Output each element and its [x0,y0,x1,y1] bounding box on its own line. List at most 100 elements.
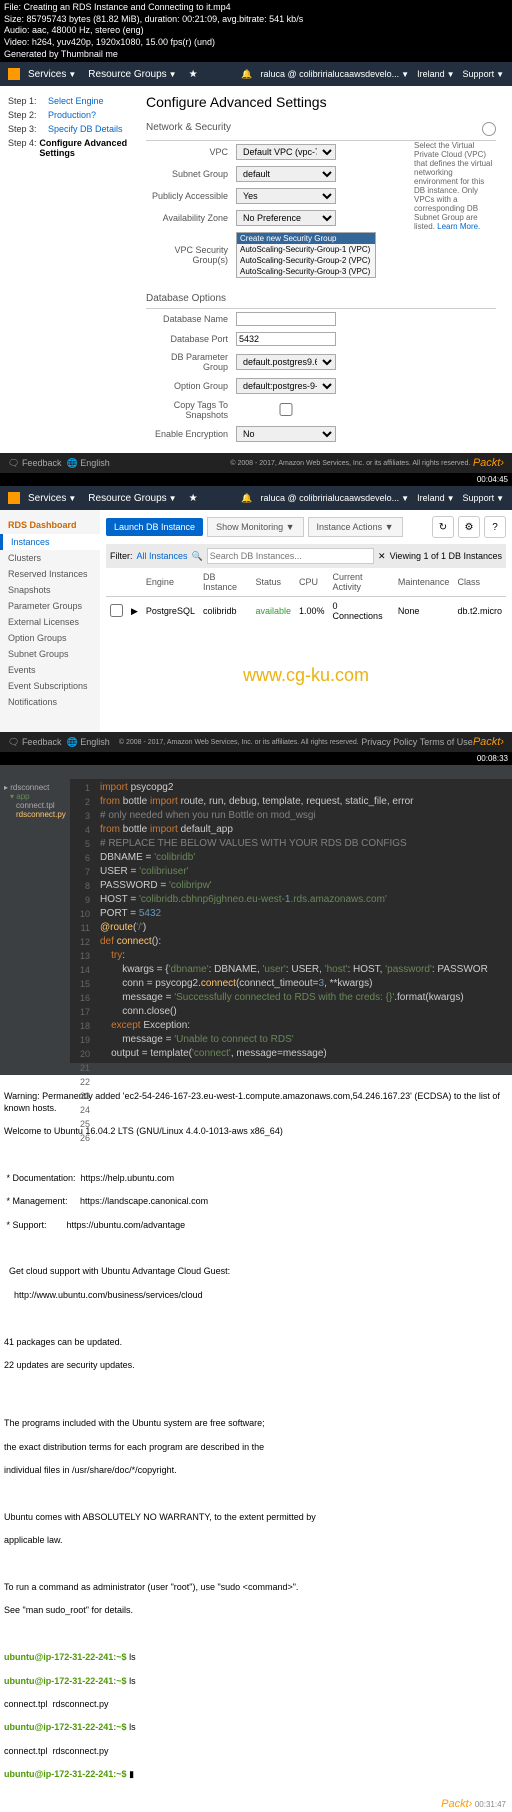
instances-table: Engine DB Instance Status CPU Current Ac… [106,568,506,625]
dbport-label: Database Port [146,334,236,344]
instance-actions-button[interactable]: Instance Actions ▼ [308,517,403,537]
sidebar-eventsubs[interactable]: Event Subscriptions [0,678,100,694]
table-row[interactable]: ▶ PostgreSQL colibridb available 1.00% 0… [106,597,506,626]
settings-icon[interactable]: ⚙ [458,516,480,538]
launch-db-button[interactable]: Launch DB Instance [106,518,203,536]
project-tree[interactable]: ▸ rdsconnect ▾ app connect.tpl rdsconnec… [0,779,70,1063]
encrypt-select[interactable]: No [236,426,336,442]
paramgroup-select[interactable]: default.postgres9.6 [236,354,336,370]
cursor[interactable]: ▮ [129,1769,134,1779]
learn-more-link[interactable]: Learn More. [437,222,480,231]
user-menu[interactable]: raluca @ colibririalucaawsdevelo...▼ [260,69,409,79]
sidebar-events[interactable]: Events [0,662,100,678]
cmd: ls [129,1652,136,1662]
code-area[interactable]: import psycopg2from bottle import route,… [70,779,512,1063]
optiongroup-select[interactable]: default:postgres-9-6 [236,378,336,394]
sg-option[interactable]: AutoScaling-Security-Group-1 (VPC) [237,244,375,255]
col-maint[interactable]: Maintenance [394,568,454,597]
aws-logo-icon[interactable] [8,492,20,504]
packt-logo: Packt› [441,1798,472,1810]
region-menu[interactable]: Ireland▼ [417,493,454,503]
privacy-link[interactable]: Privacy Policy [361,737,417,747]
region-menu[interactable]: Ireland▼ [417,69,454,79]
english-link[interactable]: 🌐 English [66,737,109,748]
vsg-label: VPC Security Group(s) [146,245,236,265]
col-cpu[interactable]: CPU [295,568,329,597]
refresh-icon[interactable]: ↻ [432,516,454,538]
tos-link[interactable]: Terms of Use [420,737,473,747]
copyright: © 2008 - 2017, Amazon Web Services, Inc.… [119,739,359,746]
star-icon[interactable]: ★ [189,69,198,80]
star-icon[interactable]: ★ [189,493,198,504]
user-menu[interactable]: raluca @ colibririalucaawsdevelo...▼ [260,493,409,503]
clear-icon[interactable]: ✕ [378,551,386,562]
copytags-checkbox[interactable] [236,403,336,416]
sidebar-paramgroups[interactable]: Parameter Groups [0,598,100,614]
support-menu[interactable]: Support▼ [463,69,504,79]
rds-dashboard-title[interactable]: RDS Dashboard [0,516,100,534]
term-line: Ubuntu comes with ABSOLUTELY NO WARRANTY… [4,1512,508,1524]
timestamp: 00:31:47 [475,1800,506,1809]
optiongroup-label: Option Group [146,381,236,391]
term-line: 22 updates are security updates. [4,1360,508,1372]
dbname-input[interactable] [236,312,336,326]
sg-option[interactable]: AutoScaling-Security-Group-3 (VPC) [237,266,375,277]
sidebar-reserved[interactable]: Reserved Instances [0,566,100,582]
aws-logo-icon[interactable] [8,68,20,80]
show-monitoring-button[interactable]: Show Monitoring ▼ [207,517,303,537]
sidebar-clusters[interactable]: Clusters [0,550,100,566]
file-name: File: Creating an RDS Instance and Conne… [4,2,508,14]
copyright: © 2008 - 2017, Amazon Web Services, Inc.… [230,460,470,467]
col-class[interactable]: Class [453,568,506,597]
row-checkbox[interactable] [110,604,123,617]
sidebar-snapshots[interactable]: Snapshots [0,582,100,598]
dbport-input[interactable] [236,332,336,346]
sidebar-instances[interactable]: Instances [0,534,100,550]
vpc-select[interactable]: Default VPC (vpc-77baaa13) [236,144,336,160]
az-select[interactable]: No Preference [236,210,336,226]
col-status[interactable]: Status [251,568,295,597]
bell-icon[interactable]: 🔔 [241,69,252,80]
search-input[interactable] [207,548,374,564]
feedback-link[interactable]: 🗨 Feedback [8,737,61,748]
sidebar-optiongroups[interactable]: Option Groups [0,630,100,646]
sg-option[interactable]: Create new Security Group [237,233,375,244]
section-db-options: Database Options [146,293,226,304]
english-link[interactable]: 🌐 English [66,458,109,469]
refresh-icon[interactable] [482,122,496,136]
cell-db: colibridb [199,597,252,626]
bell-icon[interactable]: 🔔 [241,493,252,504]
step4-label: Step 4: [8,138,39,158]
cell-cpu: 1.00% [295,597,329,626]
services-menu[interactable]: Services▼ [28,69,76,80]
resource-groups-menu[interactable]: Resource Groups▼ [88,69,176,80]
copytags-label: Copy Tags To Snapshots [146,400,236,420]
term-line: 41 packages can be updated. [4,1337,508,1349]
feedback-link[interactable]: 🗨 Feedback [8,458,61,469]
subnet-select[interactable]: default [236,166,336,182]
support-menu[interactable]: Support▼ [463,493,504,503]
services-menu[interactable]: Services▼ [28,493,76,504]
public-select[interactable]: Yes [236,188,336,204]
step2-link[interactable]: Production? [48,110,96,120]
col-engine[interactable]: Engine [142,568,199,597]
filter-all-link[interactable]: All Instances [137,551,188,561]
sidebar-notifications[interactable]: Notifications [0,694,100,710]
az-label: Availability Zone [146,213,236,223]
col-activity[interactable]: Current Activity [329,568,394,597]
aws-footer-2: 🗨 Feedback 🌐 English © 2008 - 2017, Amaz… [0,732,512,752]
step3-link[interactable]: Specify DB Details [48,124,123,134]
help-icon[interactable]: ? [484,516,506,538]
resource-groups-menu[interactable]: Resource Groups▼ [88,493,176,504]
security-group-list[interactable]: Create new Security Group AutoScaling-Se… [236,232,376,278]
section-network: Network & Security [146,122,231,136]
step1-link[interactable]: Select Engine [48,96,104,106]
sidebar-subnetgroups[interactable]: Subnet Groups [0,646,100,662]
file-gen: Generated by Thumbnail me [4,49,508,61]
expand-icon[interactable]: ▶ [127,597,142,626]
sg-option[interactable]: AutoScaling-Security-Group-2 (VPC) [237,255,375,266]
packt-logo: Packt› [473,457,504,469]
terminal[interactable]: Warning: Permanently added 'ec2-54-246-1… [0,1075,512,1796]
col-dbinstance[interactable]: DB Instance [199,568,252,597]
sidebar-external[interactable]: External Licenses [0,614,100,630]
